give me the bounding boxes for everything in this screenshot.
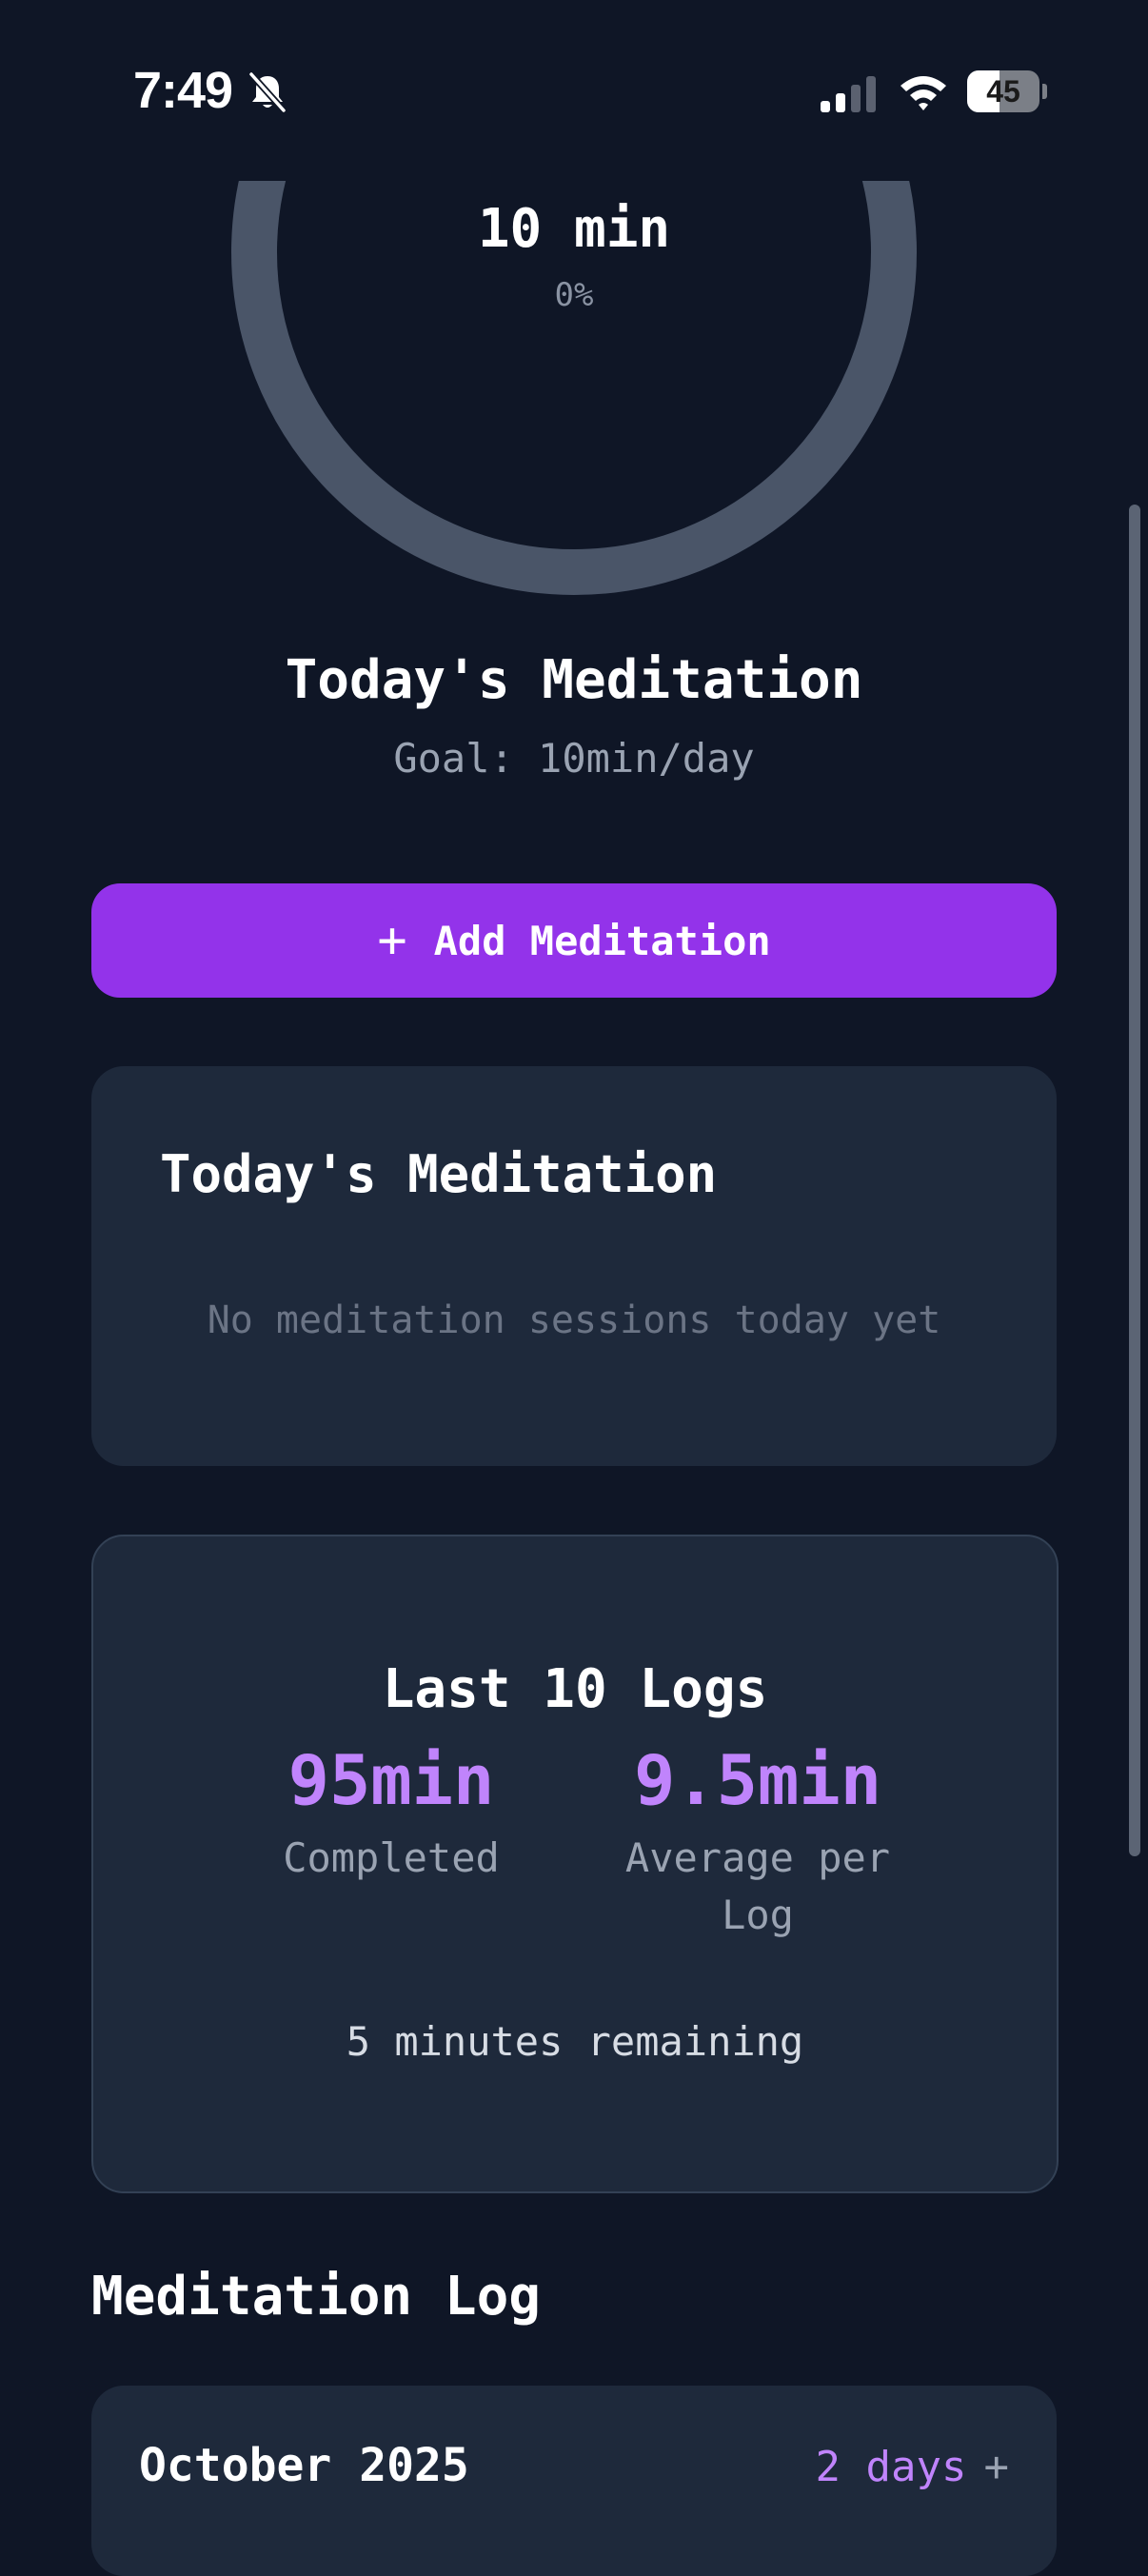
empty-sessions-message: No meditation sessions today yet <box>207 1298 941 1342</box>
add-meditation-label: Add Meditation <box>433 917 771 964</box>
last-logs-card: Last 10 Logs 95min Completed 9.5min Aver… <box>91 1535 1059 2193</box>
stat-completed-value: 95min <box>287 1740 495 1820</box>
bell-slash-icon <box>248 71 287 113</box>
wifi-icon <box>901 76 946 110</box>
month-days-text: 2 days <box>815 2443 967 2491</box>
plus-icon: + <box>377 912 407 969</box>
month-label: October 2025 <box>139 2439 469 2492</box>
scrollbar[interactable] <box>1129 505 1140 1856</box>
remaining-text: 5 minutes remaining <box>346 2018 804 2065</box>
goal-text: Goal: 10min/day <box>393 735 755 782</box>
battery-icon: 45 <box>967 70 1047 114</box>
cellular-signal-icon <box>821 76 876 112</box>
today-card-title: Today's Meditation <box>160 1144 718 1204</box>
progress-value: 10 min <box>477 198 671 260</box>
stats-card-title: Last 10 Logs <box>382 1658 768 1720</box>
stat-completed-label: Completed <box>283 1834 500 1881</box>
today-sessions-card: Today's Meditation No meditation session… <box>91 1066 1057 1466</box>
progress-percent: 0% <box>554 276 594 314</box>
status-time: 7:49 <box>133 62 233 119</box>
month-group-row[interactable]: October 2025 2 days + <box>91 2386 1057 2576</box>
month-days-count: 2 days + <box>816 2443 1009 2491</box>
stat-average-label: Average per Log <box>624 1834 891 1938</box>
page-title: Today's Meditation <box>285 649 863 711</box>
status-bar: 7:49 45 <box>0 0 1148 181</box>
expand-plus-icon[interactable]: + <box>984 2443 1010 2491</box>
stat-completed: 95min Completed <box>229 1734 553 1887</box>
battery-level-text: 45 <box>986 74 1020 109</box>
add-meditation-button[interactable]: + Add Meditation <box>91 883 1057 998</box>
stat-average-value: 9.5min <box>633 1740 882 1820</box>
stat-average: 9.5min Average per Log <box>596 1734 920 1944</box>
meditation-log-heading: Meditation Log <box>91 2266 542 2328</box>
